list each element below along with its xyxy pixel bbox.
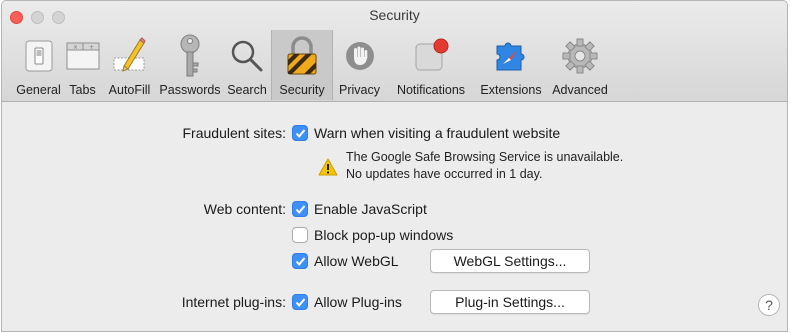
warn-fraudulent-label: Warn when visiting a fraudulent website	[314, 125, 561, 141]
warning-triangle-icon	[318, 158, 338, 181]
plugin-settings-button[interactable]: Plug-in Settings...	[430, 290, 590, 314]
security-pane: Fraudulent sites: Warn when visiting a f…	[2, 103, 787, 331]
allow-webgl-row[interactable]: Allow WebGL	[292, 253, 399, 269]
padlock-icon	[272, 30, 332, 82]
tab-security[interactable]: Security	[271, 30, 333, 100]
hand-icon	[333, 30, 386, 82]
notifications-icon	[386, 30, 476, 82]
tab-general[interactable]: General	[14, 30, 63, 100]
enable-javascript-checkbox[interactable]	[292, 201, 308, 217]
enable-javascript-label: Enable JavaScript	[314, 201, 427, 217]
tab-privacy[interactable]: Privacy	[333, 30, 386, 100]
allow-plugins-label: Allow Plug-ins	[314, 294, 402, 310]
toolbar: Security General × + Tabs AutoFill Passw…	[2, 1, 787, 102]
warning-line-2: No updates have occurred in 1 day.	[346, 167, 543, 181]
svg-text:×: ×	[73, 44, 78, 51]
gear-icon	[546, 30, 614, 82]
enable-javascript-row[interactable]: Enable JavaScript	[292, 201, 427, 217]
tabs-icon: × +	[63, 30, 102, 82]
window-title: Security	[369, 7, 420, 23]
checkmark-icon	[295, 256, 305, 266]
svg-text:+: +	[89, 44, 94, 51]
help-button[interactable]: ?	[758, 294, 780, 316]
tab-autofill[interactable]: AutoFill	[102, 30, 157, 100]
key-icon	[157, 30, 223, 82]
internet-plugins-label: Internet plug-ins:	[181, 294, 286, 310]
checkmark-icon	[295, 128, 305, 138]
webgl-settings-button[interactable]: WebGL Settings...	[430, 249, 590, 273]
tab-search[interactable]: Search	[223, 30, 271, 100]
fraudulent-sites-label: Fraudulent sites:	[182, 125, 287, 141]
autofill-pencil-icon	[102, 30, 157, 82]
checkmark-icon	[295, 297, 305, 307]
tab-notifications[interactable]: Notifications	[386, 30, 476, 100]
tab-passwords[interactable]: Passwords	[157, 30, 223, 100]
tab-extensions[interactable]: Extensions	[476, 30, 546, 100]
warn-fraudulent-checkbox[interactable]	[292, 125, 308, 141]
general-switch-icon	[14, 30, 63, 82]
allow-plugins-checkbox[interactable]	[292, 294, 308, 310]
tab-tabs[interactable]: × + Tabs	[63, 30, 102, 100]
safe-browsing-warning: The Google Safe Browsing Service is unav…	[346, 149, 623, 183]
preference-tabs: General × + Tabs AutoFill Passwords Sear…	[14, 30, 614, 100]
block-popups-label: Block pop-up windows	[314, 227, 454, 243]
tab-advanced[interactable]: Advanced	[546, 30, 614, 100]
magnifier-icon	[223, 30, 271, 82]
allow-webgl-checkbox[interactable]	[292, 253, 308, 269]
warn-fraudulent-checkbox-row[interactable]: Warn when visiting a fraudulent website	[292, 125, 560, 141]
warning-line-1: The Google Safe Browsing Service is unav…	[346, 150, 624, 164]
extensions-puzzle-icon	[476, 30, 546, 82]
block-popups-checkbox[interactable]	[292, 227, 308, 243]
allow-plugins-row[interactable]: Allow Plug-ins	[292, 294, 402, 310]
preferences-window: Security General × + Tabs AutoFill Passw…	[1, 0, 788, 332]
allow-webgl-label: Allow WebGL	[314, 253, 399, 269]
web-content-label: Web content:	[203, 201, 286, 217]
checkmark-icon	[295, 204, 305, 214]
block-popups-row[interactable]: Block pop-up windows	[292, 227, 453, 243]
